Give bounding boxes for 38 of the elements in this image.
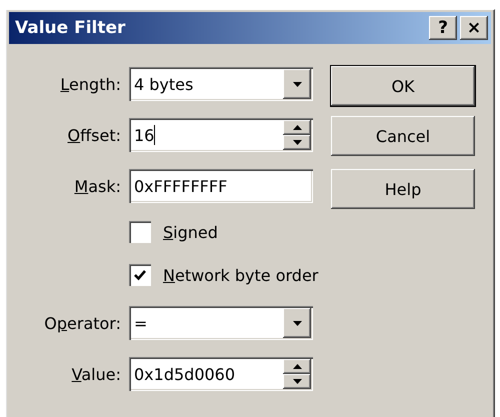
field-value: 4 bytes (133, 74, 194, 96)
up-arrow-icon (292, 125, 302, 130)
checkbox-label: Signed (163, 222, 218, 242)
field-label: Offset: (66, 126, 122, 144)
field-value: 16 (133, 124, 156, 147)
help-button[interactable]: ? (429, 16, 457, 40)
spin-up-button[interactable] (283, 120, 311, 135)
field-value: 0x1d5d0060 (133, 364, 236, 386)
field-label: Value: (70, 364, 122, 384)
dialog-button[interactable]: OK (331, 66, 475, 106)
field-label: Length: (59, 74, 122, 94)
spin-field[interactable]: 0x1d5d0060 (129, 357, 313, 391)
field-label: Operator: (43, 314, 122, 332)
dropdown-button[interactable] (283, 69, 311, 99)
input-field[interactable]: 0xFFFFFFFF (129, 169, 313, 203)
checkbox-label: Network byte order (163, 266, 318, 284)
up-arrow-icon (292, 364, 302, 369)
combo-box[interactable]: 4 bytes (129, 67, 313, 101)
field-value: = (133, 312, 148, 334)
dropdown-arrow-icon (292, 82, 302, 86)
spin-field[interactable]: 16 (129, 118, 313, 152)
field-label: Mask: (73, 176, 122, 196)
dropdown-arrow-icon (292, 320, 302, 326)
window-title: Value Filter (15, 18, 126, 38)
dropdown-button[interactable] (283, 308, 311, 338)
dialog-button[interactable]: Cancel (331, 116, 475, 156)
checkmark-icon (134, 270, 146, 280)
spin-down-button[interactable] (283, 374, 311, 389)
checkbox[interactable] (129, 221, 151, 243)
checkbox[interactable] (129, 264, 151, 286)
field-value: 0xFFFFFFFF (133, 176, 228, 198)
spin-up-button[interactable] (283, 359, 311, 374)
down-arrow-icon (292, 140, 302, 145)
dialog-button[interactable]: Help (331, 169, 475, 209)
spin-down-button[interactable] (283, 135, 311, 150)
down-arrow-icon (292, 379, 302, 384)
combo-box[interactable]: = (129, 306, 313, 340)
close-button[interactable]: × (460, 16, 488, 40)
